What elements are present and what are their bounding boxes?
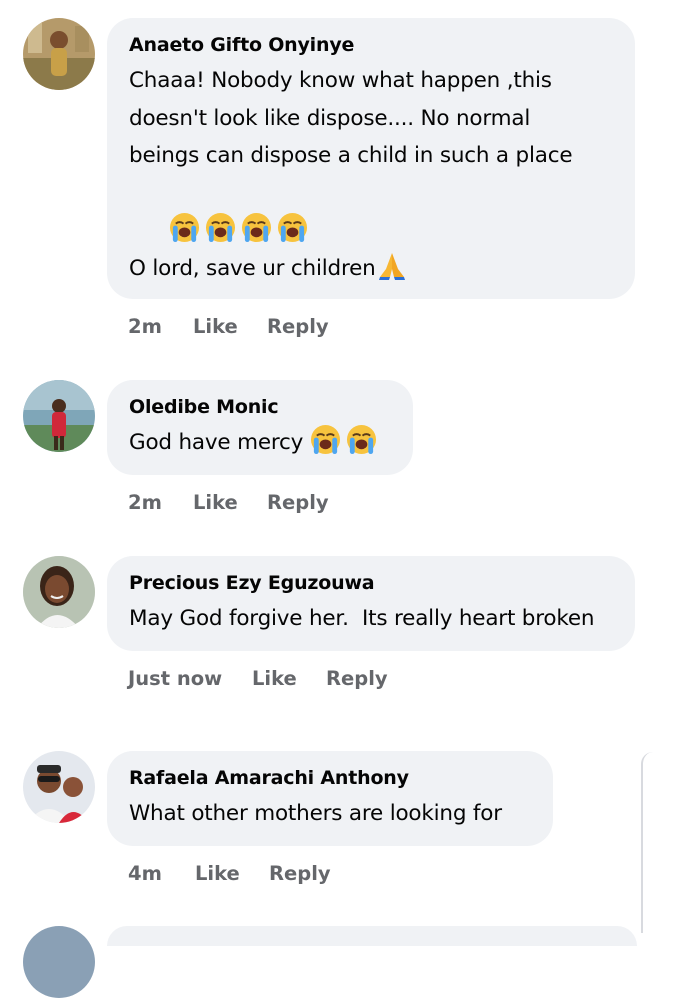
scroll-edge-divider xyxy=(641,752,653,933)
reply-button[interactable]: Reply xyxy=(267,491,329,514)
reply-button[interactable]: Reply xyxy=(269,862,331,885)
loudly-crying-face-icon xyxy=(277,212,308,243)
comment-text-line: God have mercy xyxy=(129,424,391,462)
like-button[interactable]: Like xyxy=(193,315,238,338)
like-button[interactable]: Like xyxy=(195,862,240,885)
loudly-crying-face-icon xyxy=(205,212,236,243)
comment-text-line: beings can dispose a child in such a pla… xyxy=(129,143,573,168)
comment-bubble: Oledibe Monic God have mercy xyxy=(107,380,413,475)
loudly-crying-face-icon xyxy=(169,212,200,243)
timestamp: 4m xyxy=(128,862,162,885)
comment-bubble: Anaeto Gifto Onyinye Chaaa! Nobody know … xyxy=(107,18,635,299)
loudly-crying-face-icon xyxy=(346,424,377,455)
comment-author[interactable]: Precious Ezy Eguzouwa xyxy=(129,570,613,596)
timestamp: Just now xyxy=(128,667,223,690)
avatar[interactable] xyxy=(23,380,95,452)
avatar[interactable] xyxy=(23,556,95,628)
avatar[interactable] xyxy=(23,751,95,823)
reply-button[interactable]: Reply xyxy=(267,315,329,338)
avatar[interactable] xyxy=(23,926,95,998)
timestamp: 2m xyxy=(128,491,162,514)
like-button[interactable]: Like xyxy=(252,667,297,690)
comment-text-line: doesn't look like dispose.... No normal xyxy=(129,105,531,131)
comment-text-line: O lord, save ur children xyxy=(129,249,613,288)
comment-author[interactable]: Anaeto Gifto Onyinye xyxy=(129,32,613,58)
loudly-crying-face-icon xyxy=(310,424,341,455)
loudly-crying-face-icon xyxy=(241,212,272,243)
avatar[interactable] xyxy=(23,18,95,90)
comment-text: God have mercy xyxy=(129,430,310,455)
like-button[interactable]: Like xyxy=(193,491,238,514)
comment-author[interactable]: Oledibe Monic xyxy=(129,394,391,420)
comment-text: O lord, save ur children xyxy=(129,255,376,281)
comment-text: What other mothers are looking for xyxy=(129,801,502,826)
comment-bubble xyxy=(107,926,637,946)
comment-bubble: Precious Ezy Eguzouwa May God forgive he… xyxy=(107,556,635,651)
emoji-row xyxy=(129,175,613,243)
reply-button[interactable]: Reply xyxy=(326,667,388,690)
timestamp: 2m xyxy=(128,315,162,338)
comment-bubble: Rafaela Amarachi Anthony What other moth… xyxy=(107,751,553,846)
folded-hands-icon xyxy=(376,249,408,281)
comment-text: May God forgive her. Its really heart br… xyxy=(129,606,595,631)
comment-author[interactable]: Rafaela Amarachi Anthony xyxy=(129,765,531,791)
comment-text-line: Chaaa! Nobody know what happen ,this xyxy=(129,68,552,93)
